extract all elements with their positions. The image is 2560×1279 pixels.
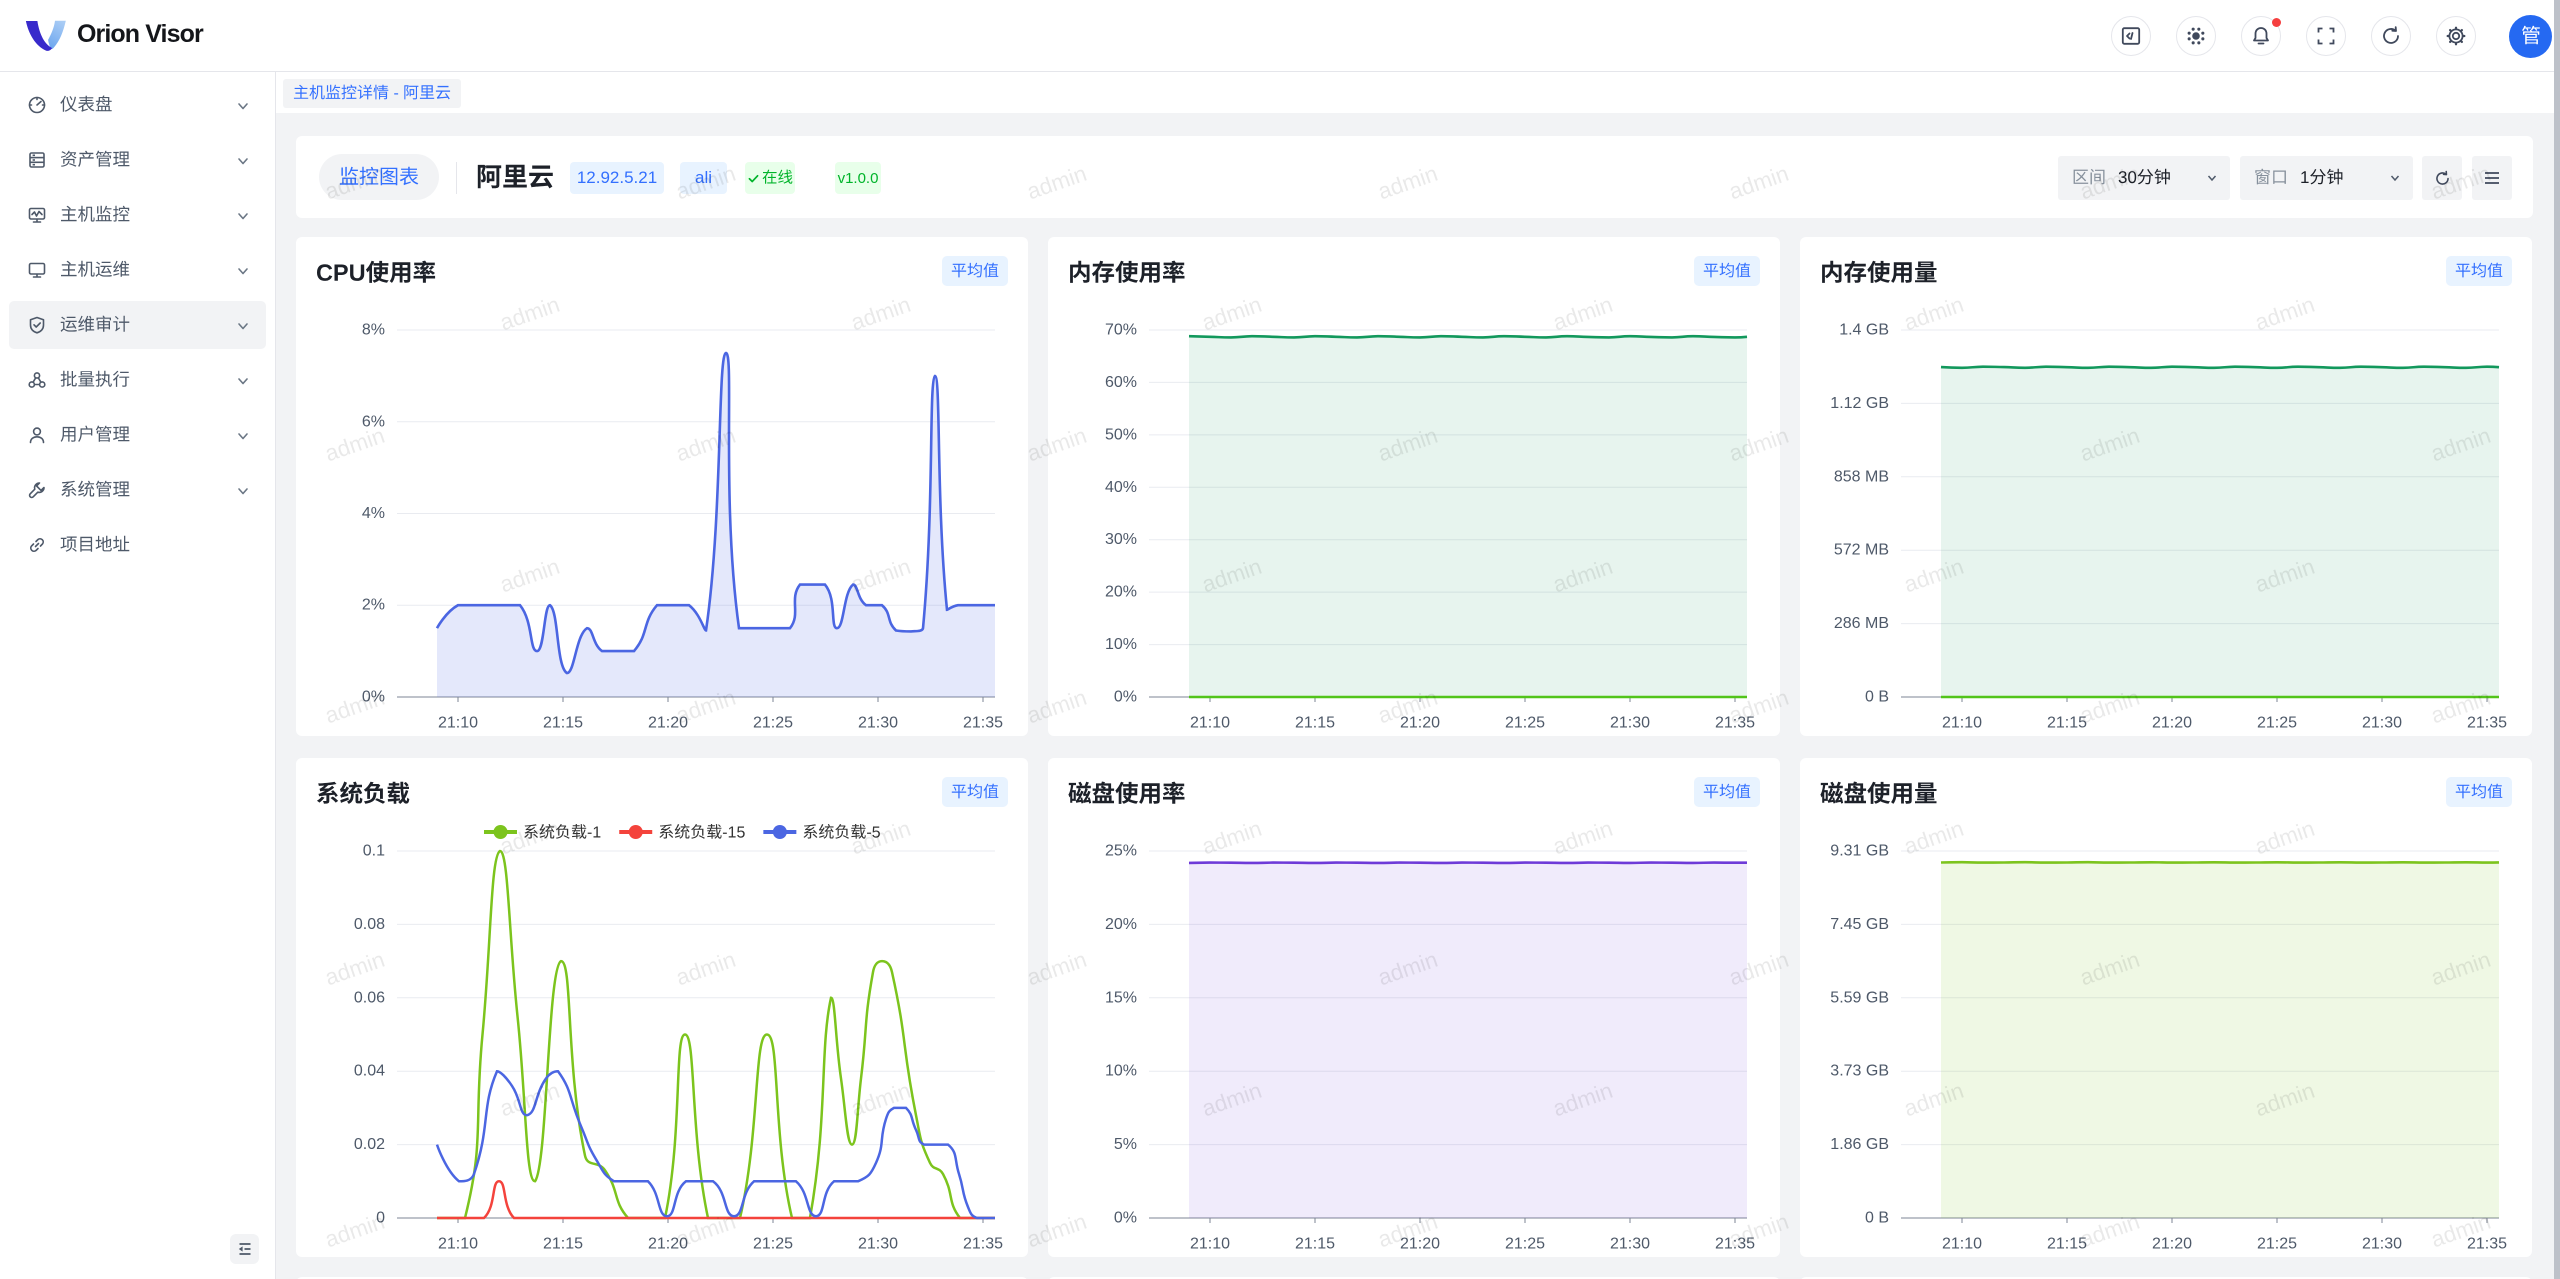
svg-text:9.31 GB: 9.31 GB — [1830, 843, 1889, 860]
svg-text:21:20: 21:20 — [2152, 715, 2192, 732]
svg-text:21:10: 21:10 — [1942, 715, 1982, 732]
svg-text:4%: 4% — [362, 505, 385, 522]
svg-text:21:30: 21:30 — [858, 715, 898, 732]
svg-text:5%: 5% — [1114, 1136, 1137, 1153]
svg-text:21:10: 21:10 — [438, 715, 478, 732]
svg-text:0%: 0% — [1114, 1210, 1137, 1227]
svg-text:21:15: 21:15 — [543, 715, 583, 732]
svg-text:21:10: 21:10 — [1190, 1236, 1230, 1253]
svg-text:572 MB: 572 MB — [1834, 542, 1889, 559]
svg-text:21:15: 21:15 — [1295, 1236, 1335, 1253]
svg-text:5.59 GB: 5.59 GB — [1830, 989, 1889, 1006]
svg-text:0%: 0% — [1114, 689, 1137, 706]
svg-text:21:15: 21:15 — [543, 1236, 583, 1253]
svg-text:0.06: 0.06 — [354, 989, 385, 1006]
svg-text:20%: 20% — [1105, 916, 1137, 933]
svg-text:21:25: 21:25 — [1505, 715, 1545, 732]
svg-text:1.12 GB: 1.12 GB — [1830, 395, 1889, 412]
svg-text:21:25: 21:25 — [2257, 715, 2297, 732]
svg-text:10%: 10% — [1105, 1063, 1137, 1080]
svg-text:6%: 6% — [362, 413, 385, 430]
svg-text:21:35: 21:35 — [963, 1236, 1003, 1253]
svg-text:21:15: 21:15 — [2047, 715, 2087, 732]
svg-text:1.86 GB: 1.86 GB — [1830, 1136, 1889, 1153]
svg-text:70%: 70% — [1105, 322, 1137, 339]
svg-text:21:15: 21:15 — [1295, 715, 1335, 732]
svg-text:3.73 GB: 3.73 GB — [1830, 1063, 1889, 1080]
svg-text:2%: 2% — [362, 597, 385, 614]
svg-text:21:30: 21:30 — [1610, 715, 1650, 732]
svg-text:1.4 GB: 1.4 GB — [1839, 322, 1889, 339]
svg-text:21:20: 21:20 — [648, 1236, 688, 1253]
svg-text:858 MB: 858 MB — [1834, 468, 1889, 485]
svg-text:8%: 8% — [362, 322, 385, 339]
svg-text:21:25: 21:25 — [753, 715, 793, 732]
svg-text:0.02: 0.02 — [354, 1136, 385, 1153]
svg-text:0.04: 0.04 — [354, 1063, 385, 1080]
svg-text:21:10: 21:10 — [1942, 1236, 1982, 1253]
svg-text:21:25: 21:25 — [2257, 1236, 2297, 1253]
svg-text:21:30: 21:30 — [1610, 1236, 1650, 1253]
svg-text:21:35: 21:35 — [1715, 715, 1755, 732]
svg-text:21:10: 21:10 — [1190, 715, 1230, 732]
svg-text:21:10: 21:10 — [438, 1236, 478, 1253]
svg-text:0 B: 0 B — [1865, 689, 1889, 706]
svg-text:20%: 20% — [1105, 584, 1137, 601]
svg-text:25%: 25% — [1105, 843, 1137, 860]
svg-text:21:25: 21:25 — [753, 1236, 793, 1253]
svg-text:21:35: 21:35 — [1715, 1236, 1755, 1253]
svg-text:21:20: 21:20 — [1400, 1236, 1440, 1253]
svg-text:286 MB: 286 MB — [1834, 615, 1889, 632]
svg-text:40%: 40% — [1105, 479, 1137, 496]
svg-text:21:20: 21:20 — [2152, 1236, 2192, 1253]
svg-text:7.45 GB: 7.45 GB — [1830, 916, 1889, 933]
svg-text:0: 0 — [376, 1210, 385, 1227]
svg-text:21:20: 21:20 — [1400, 715, 1440, 732]
svg-text:30%: 30% — [1105, 531, 1137, 548]
svg-text:21:35: 21:35 — [2467, 1236, 2507, 1253]
svg-text:21:25: 21:25 — [1505, 1236, 1545, 1253]
svg-text:21:30: 21:30 — [858, 1236, 898, 1253]
svg-text:60%: 60% — [1105, 374, 1137, 391]
svg-text:21:30: 21:30 — [2362, 715, 2402, 732]
svg-text:0.08: 0.08 — [354, 916, 385, 933]
svg-text:21:20: 21:20 — [648, 715, 688, 732]
svg-text:10%: 10% — [1105, 636, 1137, 653]
svg-text:0.1: 0.1 — [363, 843, 385, 860]
svg-text:21:35: 21:35 — [2467, 715, 2507, 732]
svg-text:15%: 15% — [1105, 989, 1137, 1006]
svg-text:0 B: 0 B — [1865, 1210, 1889, 1227]
svg-text:50%: 50% — [1105, 426, 1137, 443]
svg-text:0%: 0% — [362, 689, 385, 706]
svg-text:21:30: 21:30 — [2362, 1236, 2402, 1253]
svg-text:21:15: 21:15 — [2047, 1236, 2087, 1253]
svg-text:21:35: 21:35 — [963, 715, 1003, 732]
